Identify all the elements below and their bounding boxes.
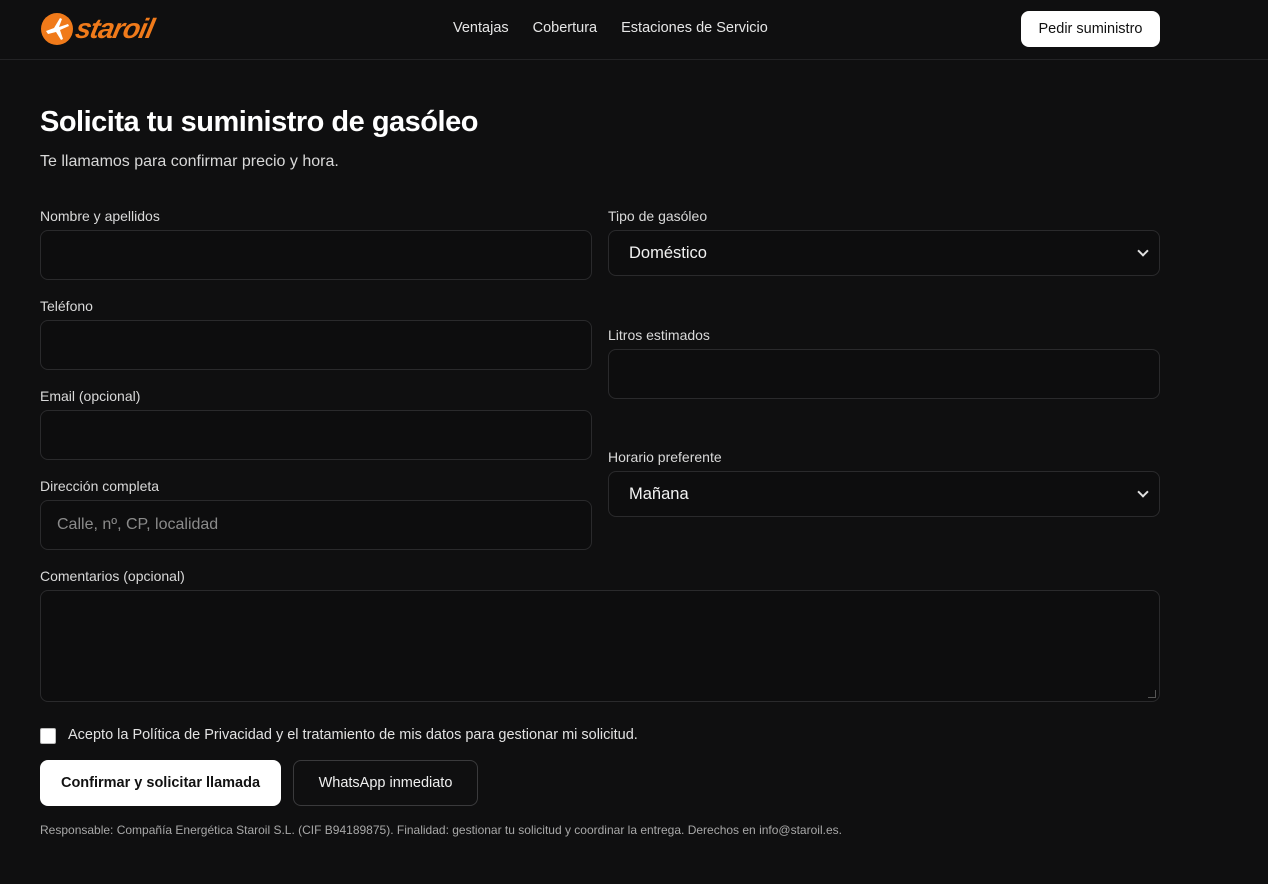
- privacy-consent: Acepto la Política de Privacidad y el tr…: [40, 726, 638, 744]
- fuel-type-label: Tipo de gasóleo: [608, 208, 708, 224]
- main-nav: Ventajas Cobertura Estaciones de Servici…: [453, 20, 768, 36]
- email-label: Email (opcional): [40, 388, 141, 404]
- request-supply-button[interactable]: Pedir suministro: [1021, 11, 1160, 47]
- top-navigation-bar: staroil Ventajas Cobertura Estaciones de…: [0, 0, 1268, 60]
- fuel-type-selected: Doméstico: [629, 243, 707, 262]
- address-input[interactable]: [40, 500, 592, 550]
- schedule-select[interactable]: Mañana: [608, 471, 1160, 517]
- page-title: Solicita tu suministro de gasóleo: [40, 106, 478, 138]
- privacy-consent-text: Acepto la Política de Privacidad y el tr…: [68, 727, 638, 743]
- nav-item-ventajas[interactable]: Ventajas: [453, 20, 509, 36]
- chevron-down-icon: [1137, 486, 1149, 498]
- email-input[interactable]: [40, 410, 592, 460]
- nav-item-cobertura[interactable]: Cobertura: [533, 20, 597, 36]
- liters-label: Litros estimados: [608, 327, 710, 343]
- resize-handle[interactable]: [1148, 690, 1156, 698]
- phone-input[interactable]: [40, 320, 592, 370]
- phone-label: Teléfono: [40, 298, 93, 314]
- name-label: Nombre y apellidos: [40, 208, 160, 224]
- name-input[interactable]: [40, 230, 592, 280]
- address-label: Dirección completa: [40, 478, 160, 494]
- chevron-down-icon: [1137, 245, 1149, 257]
- schedule-label: Horario preferente: [608, 449, 722, 465]
- privacy-checkbox[interactable]: [40, 728, 56, 744]
- comments-wrapper: [40, 590, 1160, 702]
- liters-input[interactable]: [608, 349, 1160, 399]
- fuel-type-select[interactable]: Doméstico: [608, 230, 1160, 276]
- submit-request-button[interactable]: Confirmar y solicitar llamada: [40, 760, 281, 806]
- page-subtitle: Te llamamos para confirmar precio y hora…: [40, 153, 339, 170]
- legal-notice: Responsable: Compañía Energética Staroil…: [40, 823, 842, 837]
- brand-logo[interactable]: staroil: [40, 12, 200, 46]
- comments-label: Comentarios (opcional): [40, 568, 185, 584]
- whatsapp-button[interactable]: WhatsApp inmediato: [293, 760, 478, 806]
- star-plane-icon: [41, 13, 73, 45]
- schedule-selected: Mañana: [629, 484, 689, 503]
- comments-textarea[interactable]: [40, 590, 1160, 702]
- nav-item-estaciones[interactable]: Estaciones de Servicio: [621, 20, 768, 36]
- brand-wordmark: staroil: [72, 13, 157, 44]
